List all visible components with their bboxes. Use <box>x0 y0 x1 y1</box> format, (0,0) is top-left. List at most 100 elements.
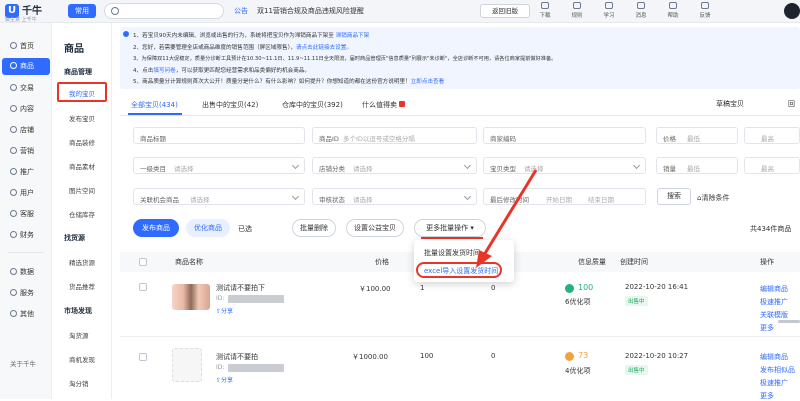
share-link[interactable]: ⇧分享 <box>216 306 233 315</box>
rail-divider <box>8 252 44 253</box>
toolbar-rules[interactable]: 规则 <box>566 2 588 19</box>
product-id-input[interactable]: 商品ID 多个ID以逗号或空格分隔 <box>312 127 477 144</box>
tab-all-items[interactable]: 全部宝贝(434) <box>131 100 178 110</box>
product-thumbnail[interactable] <box>172 284 210 310</box>
more-ops-link[interactable]: 更多 <box>760 323 774 333</box>
masked-id <box>228 295 284 303</box>
sales-min-input[interactable]: 销量 最低 <box>656 157 738 174</box>
subnav-item-material[interactable]: 商品素材 <box>69 161 95 171</box>
publish-product-button[interactable]: 发布商品 <box>133 219 179 237</box>
subnav-item-my-products[interactable]: 我的宝贝 <box>69 88 95 98</box>
rail-item-shop[interactable]: 店铺 <box>2 122 50 139</box>
about-qianniu-link[interactable]: 关于千牛 <box>10 358 36 368</box>
price-min-input[interactable]: 价格 最低 <box>656 127 738 144</box>
home-icon <box>10 42 17 49</box>
toolbar-download[interactable]: 下载 <box>534 2 556 19</box>
toolbar-help[interactable]: 帮助 <box>662 2 684 19</box>
toolbar-messages[interactable]: 消息 <box>630 2 652 19</box>
rail-item-home[interactable]: 首页 <box>2 38 50 55</box>
row-checkbox[interactable] <box>139 353 147 361</box>
shop-category-select[interactable]: 店铺分类 请选择 <box>312 157 477 174</box>
notice-tag[interactable]: 公告 <box>234 6 248 16</box>
global-search-input[interactable] <box>104 3 224 19</box>
product-name[interactable]: 测试请不要拍 <box>216 352 258 362</box>
subnav-item-tao-source[interactable]: 淘货源 <box>69 330 89 340</box>
rail-item-other[interactable]: 其他 <box>2 306 50 323</box>
edit-product-link[interactable]: 编辑商品 <box>760 284 788 294</box>
clear-filters-button[interactable]: ⌂清除条件 <box>697 193 729 203</box>
quick-promote-link[interactable]: 极速推广 <box>760 297 788 307</box>
subnav-item-opportunity[interactable]: 商机发现 <box>69 354 95 364</box>
subnav-group-sourcing[interactable]: 找货源 <box>64 233 85 243</box>
last-modified-range[interactable]: 最后修改时间 开始日期 结束日期 <box>483 188 646 205</box>
subnav-item-distribution[interactable]: 淘分销 <box>69 378 89 388</box>
toolbar-feedback[interactable]: 反馈 <box>694 2 716 19</box>
set-charity-button[interactable]: 设置公益宝贝 <box>346 219 404 237</box>
item-type-select[interactable]: 宝贝类型 请选择 <box>483 157 646 174</box>
notice-text[interactable]: 双11营销合规及商品违规风险提醒 <box>257 6 364 16</box>
publish-similar-link[interactable]: 发布相似品 <box>760 365 795 375</box>
batch-delete-button[interactable]: 批量删除 <box>292 219 336 237</box>
rail-item-users[interactable]: 用户 <box>2 185 50 202</box>
dropdown-item-batch-ship-time[interactable]: 批量设置发货时间 <box>424 248 480 258</box>
horizontal-scrollbar[interactable] <box>778 320 800 323</box>
subnav-item-image-space[interactable]: 图片空间 <box>69 185 95 195</box>
col-quality[interactable]: 信息质量 <box>578 257 606 267</box>
rail-item-trade[interactable]: 交易 <box>2 80 50 97</box>
subnav-item-decoration[interactable]: 商品装修 <box>69 137 95 147</box>
subnav-group-market[interactable]: 市场发现 <box>64 306 92 316</box>
rail-item-promotion[interactable]: 推广 <box>2 164 50 181</box>
rail-item-products[interactable]: 商品 <box>2 58 50 75</box>
quality-note[interactable]: 4优化项 <box>565 366 590 376</box>
category-select[interactable]: 一级类目 请选择 <box>133 157 305 174</box>
quality-note[interactable]: 6优化项 <box>565 297 590 307</box>
subnav-item-inventory[interactable]: 仓储库存 <box>69 209 95 219</box>
col-created[interactable]: 创建时间 <box>620 257 648 267</box>
row-checkbox[interactable] <box>139 283 147 291</box>
common-button[interactable]: 常用 <box>68 4 96 18</box>
merchant-code-input[interactable]: 商家编码 <box>483 127 646 144</box>
col-price[interactable]: 价格 <box>375 257 389 267</box>
recycle-bin-icon[interactable]: 回 <box>788 99 795 109</box>
subnav-item-publish[interactable]: 发布宝贝 <box>69 113 95 123</box>
toolbar-learn[interactable]: 学习 <box>598 2 620 19</box>
tip-2-link[interactable]: 请点击此链接去设置。 <box>296 45 352 51</box>
related-product-select[interactable]: 关联机会商品 请选择 <box>133 188 305 205</box>
subnav-item-selected-source[interactable]: 精选货源 <box>69 257 95 267</box>
tip-5-link[interactable]: 立即点击查看 <box>411 79 445 85</box>
rail-item-content[interactable]: 内容 <box>2 101 50 118</box>
audit-status-select[interactable]: 审核状态 请选择 <box>312 188 477 205</box>
edit-product-link[interactable]: 编辑商品 <box>760 352 788 362</box>
avatar[interactable] <box>784 3 800 19</box>
price-max-input[interactable]: 最高 <box>744 127 800 144</box>
quick-promote-link[interactable]: 极速推广 <box>760 378 788 388</box>
price-cell: ￥100.00 <box>359 285 391 293</box>
rail-item-marketing[interactable]: 营销 <box>2 143 50 160</box>
optimize-product-button[interactable]: 优化商品 <box>186 219 230 237</box>
product-title-input[interactable]: 商品标题 <box>133 127 305 144</box>
related-template-link[interactable]: 关联模版 <box>760 310 788 320</box>
subnav-group-product-mgmt[interactable]: 商品管理 <box>64 67 92 77</box>
tab-on-sale[interactable]: 出售中的宝贝(42) <box>202 100 258 110</box>
tip-4-link[interactable]: 填写问卷 <box>153 68 175 74</box>
col-product-name: 商品名称 <box>175 258 203 266</box>
share-link[interactable]: ⇧分享 <box>216 375 233 384</box>
tab-worth-selling[interactable]: 什么值得卖 <box>362 100 405 110</box>
select-all-checkbox[interactable] <box>139 258 147 266</box>
tip-1-link[interactable]: 滞销商品下架 <box>336 33 370 39</box>
product-thumbnail[interactable] <box>172 348 202 382</box>
shop-icon <box>10 126 17 133</box>
rail-item-services[interactable]: 服务 <box>2 285 50 302</box>
draft-items-button[interactable]: 草稿宝贝 <box>716 99 744 109</box>
more-ops-link[interactable]: 更多 <box>760 391 774 401</box>
rail-item-finance[interactable]: 财务 <box>2 227 50 244</box>
back-to-old-version-button[interactable]: 返回旧版 <box>480 4 530 18</box>
rail-item-data[interactable]: 数据 <box>2 264 50 281</box>
sales-max-input[interactable]: 最高 <box>744 157 800 174</box>
rail-item-service[interactable]: 客服 <box>2 206 50 223</box>
product-name[interactable]: 测试请不要拍下 <box>216 283 265 293</box>
more-batch-actions-button[interactable]: 更多批量操作 ▾ <box>414 219 486 237</box>
subnav-item-goods-recommend[interactable]: 货品推荐 <box>69 281 95 291</box>
tab-in-warehouse[interactable]: 仓库中的宝贝(392) <box>282 100 343 110</box>
search-button[interactable]: 搜索 <box>657 188 691 205</box>
